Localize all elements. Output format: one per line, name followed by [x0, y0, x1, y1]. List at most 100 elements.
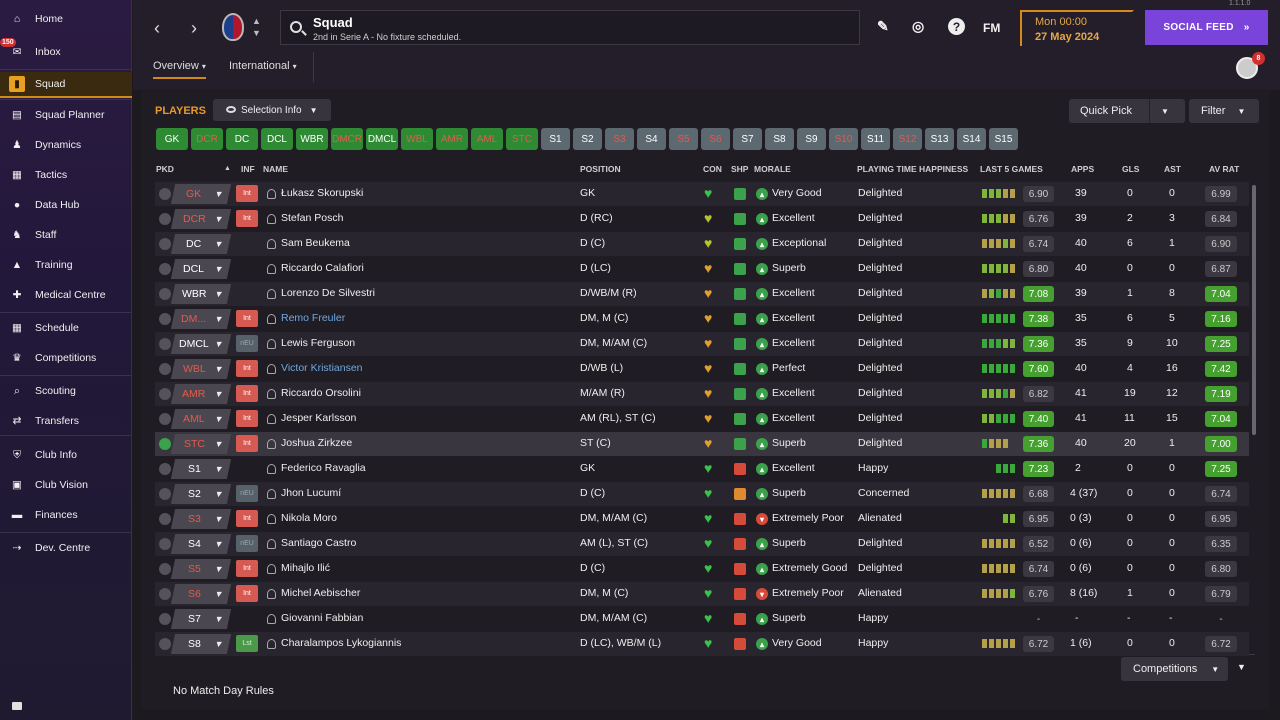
table-row[interactable]: S7 ▼ Giovanni Fabbian DM, M/AM (C) ♥ ▴ Superb H…	[155, 607, 1249, 631]
table-row[interactable]: GK ▼ Int Łukasz Skorupski GK ♥ ▴ Very Good Delig…	[155, 182, 1249, 206]
chevron-down-icon[interactable]: ▼	[206, 534, 232, 554]
player-name[interactable]: Giovanni Fabbian	[281, 612, 363, 624]
help-icon[interactable]: ?	[948, 18, 965, 35]
position-pill-s8[interactable]: S8	[765, 128, 794, 150]
sidebar-item-finances[interactable]: ▬ Finances	[0, 502, 132, 528]
position-pill-s11[interactable]: S11	[861, 128, 890, 150]
position-pill-s12[interactable]: S12	[893, 128, 922, 150]
sidebar-item-schedule[interactable]: ▦ Schedule	[0, 315, 132, 341]
chevron-down-icon[interactable]: ▼	[206, 334, 232, 354]
expand-icon[interactable]: ▼	[1237, 662, 1246, 672]
club-up-icon[interactable]: ▲	[252, 16, 261, 26]
player-name[interactable]: Federico Ravaglia	[281, 462, 366, 474]
player-name[interactable]: Mihajlo Ilić	[281, 562, 330, 574]
pick-checkbox[interactable]	[159, 538, 171, 550]
chevron-down-icon[interactable]: ▼	[206, 609, 232, 629]
pick-checkbox[interactable]	[159, 638, 171, 650]
position-pill-dmcr[interactable]: DMCR	[331, 128, 363, 150]
position-pill-s3[interactable]: S3	[605, 128, 634, 150]
sidebar-item-tactics[interactable]: ▦ Tactics	[0, 162, 132, 188]
col-shp[interactable]: SHP	[731, 164, 748, 174]
col-con[interactable]: CON	[703, 164, 722, 174]
sidebar-item-training[interactable]: ▲ Training	[0, 252, 132, 278]
sidebar-item-club-vision[interactable]: ▣ Club Vision	[0, 472, 132, 498]
player-name[interactable]: Łukasz Skorupski	[281, 187, 363, 199]
sidebar-item-inbox[interactable]: ✉ Inbox	[0, 39, 132, 65]
bottom-panel-icon[interactable]	[12, 702, 22, 710]
quick-pick-button[interactable]: Quick Pick ▼	[1069, 99, 1185, 123]
position-pill-dcr[interactable]: DCR	[191, 128, 223, 150]
player-name[interactable]: Santiago Castro	[281, 537, 356, 549]
tab-international[interactable]: International ▾	[229, 60, 297, 72]
back-button[interactable]: ‹	[145, 16, 169, 40]
col-playing-time-happiness[interactable]: PLAYING TIME HAPPINESS	[857, 164, 968, 174]
sidebar-item-home[interactable]: ⌂ Home	[0, 6, 132, 32]
table-row[interactable]: AML ▼ Int Jesper Karlsson AM (RL), ST (C) ♥ ▴ E…	[155, 407, 1249, 431]
date-box[interactable]: Mon 00:00 27 May 2024	[1020, 10, 1134, 46]
player-name[interactable]: Stefan Posch	[281, 212, 343, 224]
position-pill-s2[interactable]: S2	[573, 128, 602, 150]
pick-checkbox[interactable]	[159, 588, 171, 600]
col-ast[interactable]: AST	[1164, 164, 1181, 174]
pick-checkbox[interactable]	[159, 563, 171, 575]
table-row[interactable]: AMR ▼ Int Riccardo Orsolini M/AM (R) ♥ ▴ Excell…	[155, 382, 1249, 406]
sidebar-item-dynamics[interactable]: ♟ Dynamics	[0, 132, 132, 158]
club-down-icon[interactable]: ▼	[252, 28, 261, 38]
pick-checkbox[interactable]	[159, 488, 171, 500]
chevron-down-icon[interactable]: ▼	[206, 434, 232, 454]
search-bar[interactable]: Squad 2nd in Serie A - No fixture schedu…	[280, 10, 860, 45]
sidebar-item-medical-centre[interactable]: ✚ Medical Centre	[0, 282, 132, 308]
table-row[interactable]: S6 ▼ Int Michel Aebischer DM, M (C) ♥ ▾ Extreme…	[155, 582, 1249, 606]
club-crest-icon[interactable]	[222, 13, 244, 41]
sidebar-item-staff[interactable]: ♞ Staff	[0, 222, 132, 248]
table-row[interactable]: STC ▼ Int Joshua Zirkzee ST (C) ♥ ▴ Superb Delig…	[155, 432, 1249, 456]
col-morale[interactable]: MORALE	[754, 164, 791, 174]
position-pill-s14[interactable]: S14	[957, 128, 986, 150]
chevron-down-icon[interactable]: ▼	[206, 359, 232, 379]
chevron-down-icon[interactable]: ▼	[206, 559, 232, 579]
pick-checkbox[interactable]	[159, 213, 171, 225]
position-pill-gk[interactable]: GK	[156, 128, 188, 150]
position-pill-stc[interactable]: STC	[506, 128, 538, 150]
competitions-button[interactable]: Competitions ▼	[1121, 657, 1228, 681]
chevron-down-icon[interactable]: ▼	[206, 234, 232, 254]
table-row[interactable]: S4 ▼ nEU Santiago Castro AM (L), ST (C) ♥ ▴ Sup…	[155, 532, 1249, 556]
col-last-5-games[interactable]: LAST 5 GAMES	[980, 164, 1043, 174]
filter-button[interactable]: Filter ▼	[1189, 99, 1259, 123]
player-name[interactable]: Michel Aebischer	[281, 587, 360, 599]
forward-button[interactable]: ›	[182, 16, 206, 40]
pick-checkbox[interactable]	[159, 313, 171, 325]
pick-checkbox[interactable]	[159, 413, 171, 425]
table-row[interactable]: DM... ▼ Int Remo Freuler DM, M (C) ♥ ▴ Excellen…	[155, 307, 1249, 331]
position-pill-s15[interactable]: S15	[989, 128, 1018, 150]
pick-checkbox[interactable]	[159, 263, 171, 275]
table-row[interactable]: S5 ▼ Int Mihajlo Ilić D (C) ♥ ▴ Extremely Good D…	[155, 557, 1249, 581]
table-row[interactable]: WBR ▼ Lorenzo De Silvestri D/WB/M (R) ♥ ▴ Exce…	[155, 282, 1249, 306]
chevron-down-icon[interactable]: ▼	[206, 459, 232, 479]
edit-icon[interactable]: ✎	[877, 18, 889, 35]
sidebar-item-data-hub[interactable]: ● Data Hub	[0, 192, 132, 218]
pick-checkbox[interactable]	[159, 188, 171, 200]
chevron-down-icon[interactable]: ▼	[206, 484, 232, 504]
player-name[interactable]: Jhon Lucumí	[281, 487, 341, 499]
col-inf[interactable]: INF	[241, 164, 255, 174]
sidebar-item-dev-centre[interactable]: ⇢ Dev. Centre	[0, 535, 132, 561]
position-pill-s7[interactable]: S7	[733, 128, 762, 150]
position-pill-dcl[interactable]: DCL	[261, 128, 293, 150]
col-name[interactable]: NAME	[263, 164, 288, 174]
position-pill-s4[interactable]: S4	[637, 128, 666, 150]
col-av-rat[interactable]: AV RAT	[1209, 164, 1239, 174]
table-row[interactable]: WBL ▼ Int Victor Kristiansen D/WB (L) ♥ ▴ Perfe…	[155, 357, 1249, 381]
sidebar-item-scouting[interactable]: ⌕ Scouting	[0, 378, 132, 404]
position-pill-dmcl[interactable]: DMCL	[366, 128, 398, 150]
sidebar-item-club-info[interactable]: ⛨ Club Info	[0, 442, 132, 468]
player-name[interactable]: Nikola Moro	[281, 512, 337, 524]
chevron-down-icon[interactable]: ▼	[206, 209, 232, 229]
pick-checkbox[interactable]	[159, 463, 171, 475]
player-name[interactable]: Jesper Karlsson	[281, 412, 356, 424]
position-pill-s9[interactable]: S9	[797, 128, 826, 150]
position-pill-amr[interactable]: AMR	[436, 128, 468, 150]
table-row[interactable]: S3 ▼ Int Nikola Moro DM, M/AM (C) ♥ ▾ Extremely…	[155, 507, 1249, 531]
player-name[interactable]: Charalampos Lykogiannis	[281, 637, 401, 649]
position-pill-dc[interactable]: DC	[226, 128, 258, 150]
